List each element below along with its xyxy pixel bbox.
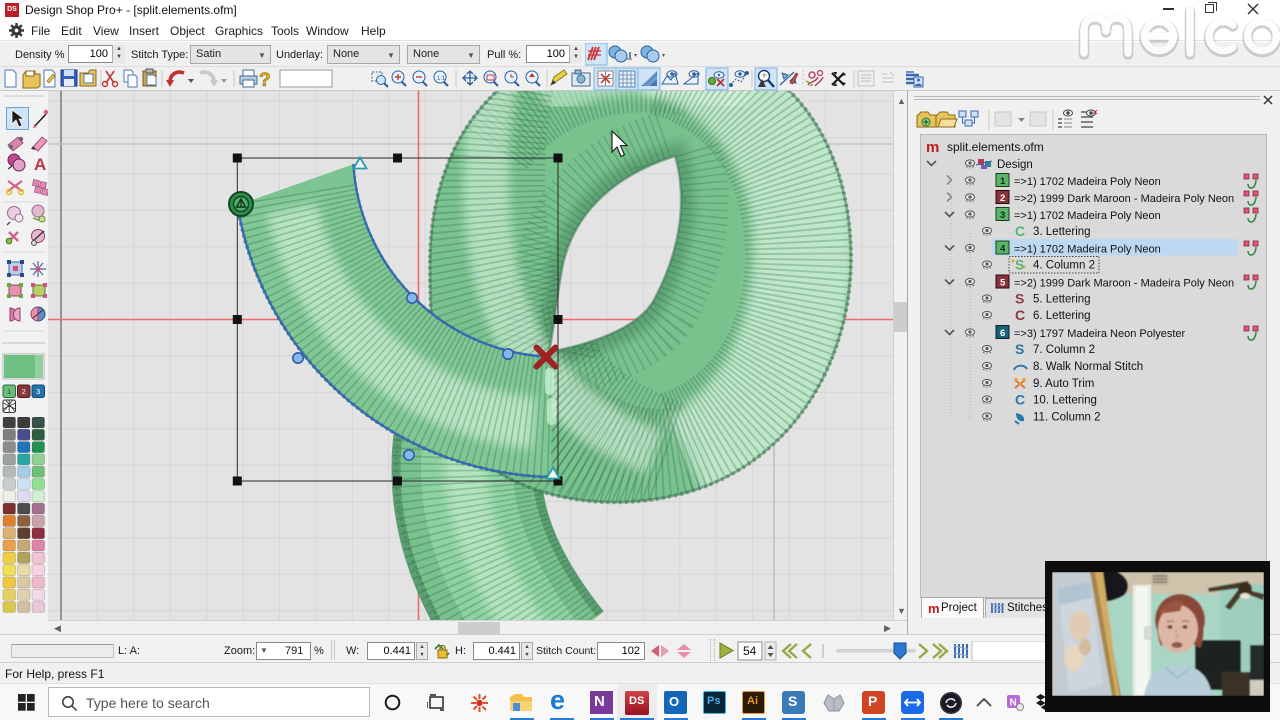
svg-text:S: S xyxy=(1015,257,1024,273)
svg-text:3: 3 xyxy=(1000,210,1005,221)
svg-text:m: m xyxy=(926,139,939,156)
svg-text:N: N xyxy=(1010,698,1017,709)
svg-text:4. Column 2: 4. Column 2 xyxy=(1033,260,1095,272)
svg-text:=>2) 1999 Dark Maroon - Madeir: =>2) 1999 Dark Maroon - Madeira Poly Neo… xyxy=(1014,278,1234,290)
svg-text:9. Auto Trim: 9. Auto Trim xyxy=(1033,378,1094,390)
svg-text:11. Column 2: 11. Column 2 xyxy=(1033,412,1101,424)
svg-text:S: S xyxy=(1015,341,1024,357)
svg-text:6. Lettering: 6. Lettering xyxy=(1033,310,1091,322)
svg-text:=>1) 1702 Madeira Poly Neon: =>1) 1702 Madeira Poly Neon xyxy=(1014,176,1161,188)
svg-text:C: C xyxy=(1015,223,1025,239)
svg-text:=>2) 1999 Dark Maroon - Madeir: =>2) 1999 Dark Maroon - Madeira Poly Neo… xyxy=(1014,193,1234,205)
svg-text:7. Column 2: 7. Column 2 xyxy=(1033,344,1095,356)
svg-text:C: C xyxy=(1015,307,1025,323)
svg-text:2: 2 xyxy=(1000,193,1005,204)
svg-text:2: 2 xyxy=(22,387,26,396)
svg-text:3: 3 xyxy=(36,387,40,396)
svg-text:6: 6 xyxy=(1000,328,1005,339)
svg-text:4: 4 xyxy=(1000,244,1006,255)
svg-text:C: C xyxy=(1015,392,1025,408)
svg-text:1:1: 1:1 xyxy=(437,76,446,82)
svg-text:3. Lettering: 3. Lettering xyxy=(1033,226,1091,238)
svg-text:S: S xyxy=(1015,291,1024,307)
svg-text:10. Lettering: 10. Lettering xyxy=(1033,395,1097,407)
svg-text:5: 5 xyxy=(1000,278,1006,289)
svg-text:54: 54 xyxy=(743,644,757,658)
svg-text:A: A xyxy=(34,155,46,174)
svg-text:=>1) 1702 Madeira Poly Neon: =>1) 1702 Madeira Poly Neon xyxy=(1014,210,1161,222)
svg-text:=>3) 1797 Madeira Neon Polyest: =>3) 1797 Madeira Neon Polyester xyxy=(1014,328,1186,340)
svg-text:1: 1 xyxy=(1000,176,1006,187)
svg-text:split.elements.ofm: split.elements.ofm xyxy=(947,140,1044,154)
svg-text:=>1) 1702 Madeira Poly Neon: =>1) 1702 Madeira Poly Neon xyxy=(1014,244,1161,256)
svg-text:8. Walk Normal Stitch: 8. Walk Normal Stitch xyxy=(1033,361,1143,373)
svg-text:?: ? xyxy=(259,70,271,91)
svg-text:5. Lettering: 5. Lettering xyxy=(1033,294,1091,306)
svg-text:1: 1 xyxy=(7,387,11,396)
svg-text:Design: Design xyxy=(997,159,1033,171)
